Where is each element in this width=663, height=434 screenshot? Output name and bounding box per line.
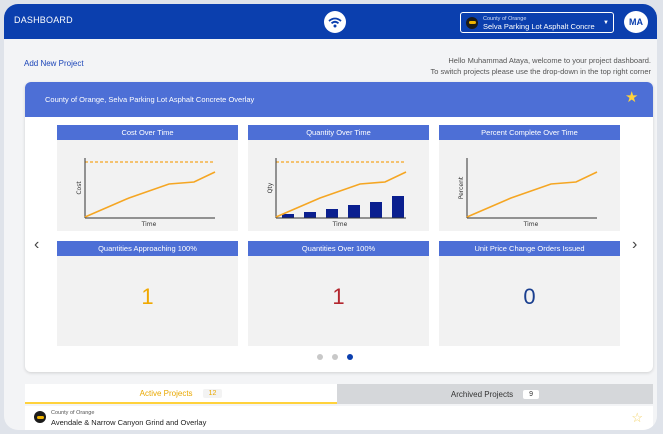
qty-panel-title: Quantity Over Time (248, 125, 429, 140)
over-title: Quantities Over 100% (248, 241, 429, 256)
welcome-line-1: Hello Muhammad Ataya, welcome to your pr… (448, 56, 651, 65)
app-logo[interactable] (324, 11, 346, 33)
qty-bar (304, 212, 316, 218)
percent-complete-panel[interactable]: Percent Complete Over Time Percent Time (439, 125, 620, 231)
change-orders-panel[interactable]: Unit Price Change Orders Issued 0 (439, 241, 620, 346)
qty-bar (326, 209, 338, 218)
welcome-message: Hello Muhammad Ataya, welcome to your pr… (291, 55, 651, 77)
top-bar: DASHBOARD County of Orange Selva Parking… (4, 4, 657, 39)
page-title: DASHBOARD (14, 15, 73, 25)
tab-archived-projects[interactable]: Archived Projects 9 (337, 384, 653, 404)
project-list-item[interactable]: County of Orange Avendale & Narrow Canyo… (25, 406, 653, 430)
signal-logo-icon (328, 17, 342, 28)
pct-trend-line (466, 171, 598, 218)
project-dashboard-card: County of Orange, Selva Parking Lot Asph… (25, 82, 653, 372)
pct-y-label: Percent (458, 176, 465, 199)
active-tab-label: Active Projects (139, 388, 193, 398)
favorite-star-icon[interactable]: ★ (625, 90, 638, 105)
favorite-star-icon[interactable]: ☆ (631, 410, 643, 426)
carousel-prev-icon[interactable]: ‹ (34, 236, 39, 254)
approaching-title: Quantities Approaching 100% (57, 241, 238, 256)
project-tabs: Active Projects 12 Archived Projects 9 (25, 384, 653, 404)
qty-trend-line (275, 171, 407, 218)
qty-chart: Qty Time (267, 158, 407, 228)
welcome-line-2: To switch projects please use the drop-d… (430, 67, 651, 76)
approaching-count: 1 (141, 284, 154, 309)
change-orders-title: Unit Price Change Orders Issued (439, 241, 620, 256)
county-seal-icon (466, 16, 478, 29)
qty-x-label: Time (332, 221, 348, 228)
over-count: 1 (332, 284, 345, 309)
quantity-over-time-panel[interactable]: Quantity Over Time Qty Time (248, 125, 429, 231)
cost-panel-title: Cost Over Time (57, 125, 238, 140)
project-selector-dropdown[interactable]: County of Orange Selva Parking Lot Aspha… (460, 12, 614, 33)
quantities-approaching-panel[interactable]: Quantities Approaching 100% 1 (57, 241, 238, 346)
project-org: County of Orange (51, 410, 95, 416)
cost-chart: Cost Time (76, 158, 216, 228)
county-seal-icon (34, 411, 46, 423)
project-card-title: County of Orange, Selva Parking Lot Asph… (45, 95, 255, 104)
carousel-dot[interactable] (317, 354, 323, 360)
pct-chart: Percent Time (458, 158, 598, 228)
cost-y-label: Cost (76, 181, 83, 195)
project-name: Avendale & Narrow Canyon Grind and Overl… (51, 418, 207, 427)
tab-active-projects[interactable]: Active Projects 12 (25, 384, 337, 404)
selector-project: Selva Parking Lot Asphalt Concre (483, 21, 595, 31)
carousel-dot-active[interactable] (347, 354, 353, 360)
pct-x-label: Time (523, 221, 539, 228)
change-orders-count: 0 (523, 284, 536, 309)
qty-bar (392, 196, 404, 218)
qty-bar (282, 214, 294, 218)
app-frame: DASHBOARD County of Orange Selva Parking… (4, 4, 657, 430)
archived-tab-label: Archived Projects (450, 389, 514, 399)
add-new-project-link[interactable]: Add New Project (24, 59, 84, 68)
active-count-badge: 12 (202, 388, 223, 398)
cost-x-label: Time (141, 221, 157, 228)
cost-over-time-panel[interactable]: Cost Over Time Cost Time (57, 125, 238, 231)
qty-bar (348, 205, 360, 218)
quantities-over-panel[interactable]: Quantities Over 100% 1 (248, 241, 429, 346)
carousel-dot[interactable] (332, 354, 338, 360)
archived-count-badge: 9 (523, 389, 540, 399)
project-card-header: County of Orange, Selva Parking Lot Asph… (25, 82, 653, 117)
cost-trend-line (84, 171, 216, 218)
carousel-dots (317, 354, 353, 360)
qty-y-label: Qty (267, 182, 274, 193)
carousel-next-icon[interactable]: › (632, 236, 637, 254)
qty-bar (370, 202, 382, 218)
user-avatar[interactable]: MA (624, 11, 648, 33)
caret-down-icon: ▼ (603, 19, 609, 26)
pct-panel-title: Percent Complete Over Time (439, 125, 620, 140)
